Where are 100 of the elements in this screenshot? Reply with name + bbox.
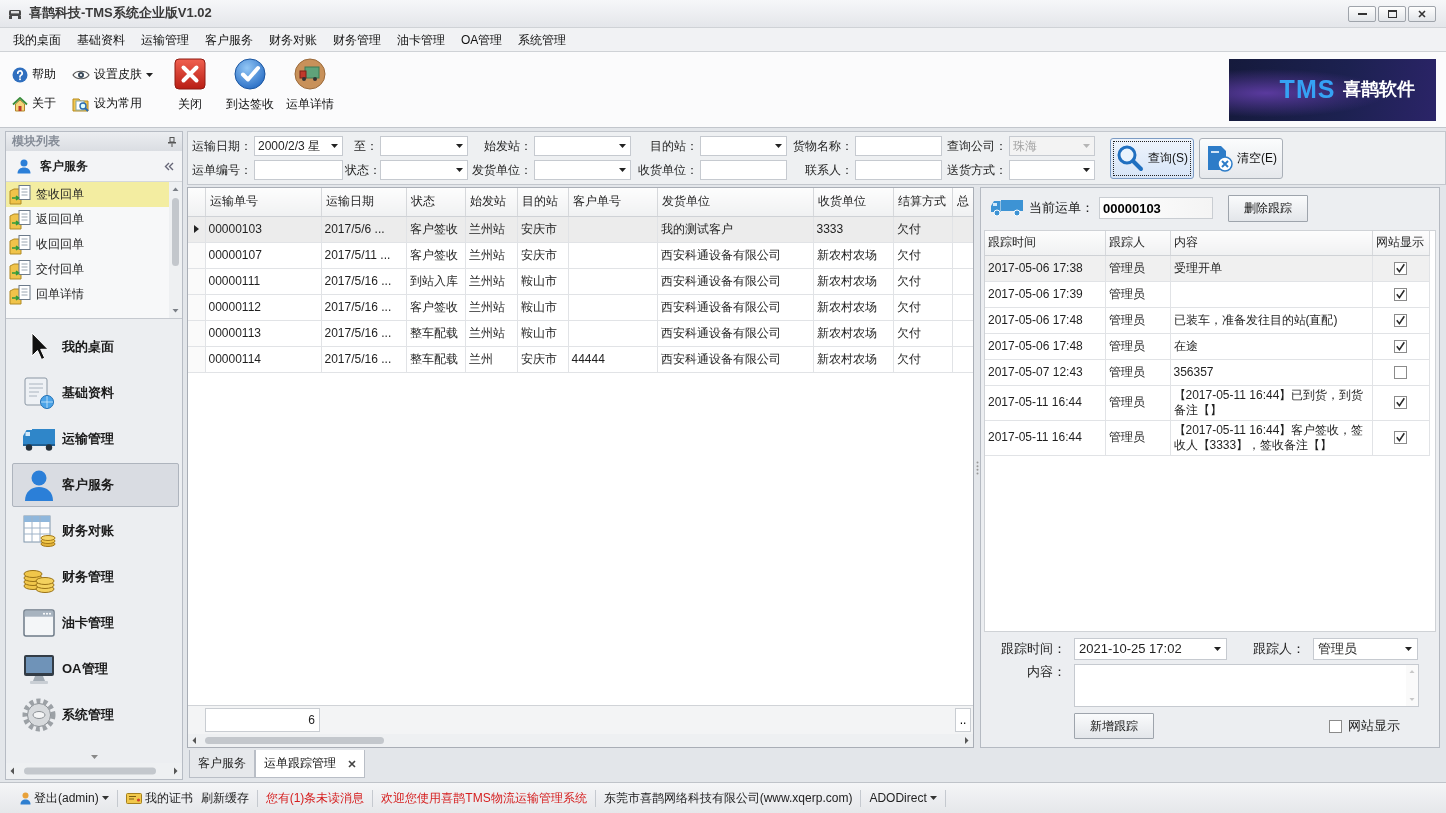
menu-item[interactable]: 运输管理 bbox=[133, 28, 197, 51]
menu-item[interactable]: 系统管理 bbox=[510, 28, 575, 51]
column-header[interactable]: 内容 bbox=[1170, 231, 1372, 255]
module-button[interactable]: OA管理 bbox=[12, 647, 179, 691]
refresh-button[interactable]: 刷新缓存 bbox=[200, 790, 249, 806]
toolbar-button[interactable]: 到达签收 bbox=[220, 56, 279, 114]
menu-item[interactable]: 财务管理 bbox=[325, 28, 389, 51]
tab[interactable]: 运单跟踪管理 bbox=[255, 750, 365, 778]
dropdown-field[interactable]: 2000/2/3 星 bbox=[254, 136, 343, 156]
checkbox[interactable] bbox=[1394, 287, 1407, 301]
column-header[interactable]: 总 bbox=[952, 188, 973, 216]
column-header[interactable]: 跟踪时间 bbox=[985, 231, 1105, 255]
toolbar-button[interactable]: 设置皮肤 bbox=[70, 67, 155, 82]
list-item[interactable]: 收回回单 bbox=[6, 232, 169, 257]
table-row[interactable]: 2017-05-07 12:43 管理员 356357 bbox=[985, 359, 1429, 385]
menu-item[interactable]: 我的桌面 bbox=[5, 28, 69, 51]
dropdown-field[interactable] bbox=[700, 136, 787, 156]
menu-item[interactable]: 客户服务 bbox=[197, 28, 261, 51]
grip-icon[interactable] bbox=[975, 460, 979, 475]
notice-text[interactable]: 您有(1)条未读消息 bbox=[265, 790, 365, 806]
menu-item[interactable]: 油卡管理 bbox=[389, 28, 453, 51]
column-header[interactable]: 收货单位 bbox=[813, 188, 893, 216]
input-field[interactable] bbox=[855, 160, 942, 180]
maximize-button[interactable] bbox=[1378, 5, 1406, 22]
table-row[interactable]: 00000111 2017/5/16 ... 到站入库 兰州站 鞍山市 西安科通设备有限公司 新农村农场 欠付 bbox=[188, 268, 973, 294]
menu-item[interactable]: 财务对账 bbox=[261, 28, 325, 51]
column-header[interactable]: 发货单位 bbox=[657, 188, 813, 216]
dropdown-field[interactable] bbox=[534, 160, 631, 180]
query-button[interactable]: 查询(S) bbox=[1110, 137, 1194, 179]
table-row[interactable]: 2017-05-06 17:38 管理员 受理开单 bbox=[985, 255, 1429, 281]
checkbox[interactable] bbox=[1394, 339, 1407, 353]
list-item[interactable]: 交付回单 bbox=[6, 257, 169, 282]
toolbar-button[interactable]: 运单详情 bbox=[280, 56, 339, 114]
list-item[interactable]: 回单详情 bbox=[6, 282, 169, 307]
input-field[interactable] bbox=[855, 136, 942, 156]
column-header[interactable]: 状态 bbox=[406, 188, 465, 216]
menu-item[interactable]: OA管理 bbox=[453, 28, 511, 51]
column-header[interactable]: 始发站 bbox=[465, 188, 517, 216]
checkbox[interactable] bbox=[1394, 313, 1407, 327]
status-text[interactable]: ADODirect bbox=[869, 790, 937, 806]
module-button[interactable]: 财务管理 bbox=[12, 555, 179, 599]
table-row[interactable]: 00000103 2017/5/6 ... 客户签收 兰州站 安庆市 我的测试客户 3333 欠付 bbox=[188, 216, 973, 242]
input-field[interactable] bbox=[700, 160, 787, 180]
column-header[interactable]: 运输单号 bbox=[205, 188, 321, 216]
list-item[interactable]: 返回回单 bbox=[6, 207, 169, 232]
dropdown-field[interactable] bbox=[1009, 160, 1095, 180]
checkbox[interactable] bbox=[1394, 365, 1407, 379]
toolbar-button[interactable]: 关于 bbox=[10, 95, 58, 112]
certificate-button[interactable]: 我的证书 bbox=[125, 790, 193, 806]
table-row[interactable]: 2017-05-06 17:48 管理员 在途 bbox=[985, 333, 1429, 359]
menu-item[interactable]: 基础资料 bbox=[69, 28, 133, 51]
column-header[interactable]: 运输日期 bbox=[321, 188, 406, 216]
table-row[interactable]: 2017-05-11 16:44 管理员 【2017-05-11 16:44】已到货，到货备注【】 bbox=[985, 385, 1429, 420]
table-row[interactable]: 2017-05-06 17:48 管理员 已装车，准备发往目的站(直配) bbox=[985, 307, 1429, 333]
waybill-number-field[interactable]: 00000103 bbox=[1099, 197, 1213, 219]
tab[interactable]: 客户服务 bbox=[189, 750, 255, 778]
checkbox[interactable] bbox=[1394, 396, 1407, 409]
input-field[interactable] bbox=[254, 160, 343, 180]
module-button[interactable]: 客户服务 bbox=[12, 463, 179, 507]
minimize-button[interactable] bbox=[1348, 5, 1376, 22]
module-button[interactable]: 油卡管理 bbox=[12, 601, 179, 645]
dropdown-field[interactable] bbox=[534, 136, 631, 156]
table-row[interactable]: 00000113 2017/5/16 ... 整车配载 兰州站 鞍山市 西安科通设备有限公司 新农村农场 欠付 bbox=[188, 320, 973, 346]
checkbox[interactable] bbox=[1394, 431, 1407, 444]
checkbox[interactable] bbox=[1394, 261, 1407, 275]
toolbar-button[interactable]: 关闭 bbox=[160, 56, 219, 114]
notice-text[interactable]: 欢迎您使用喜鹊TMS物流运输管理系统 bbox=[381, 790, 587, 806]
module-button[interactable]: 运输管理 bbox=[12, 417, 179, 461]
more-button[interactable]: .. bbox=[955, 708, 971, 732]
toolbar-button[interactable]: 帮助 bbox=[10, 66, 58, 83]
scroll-down-icon[interactable] bbox=[90, 754, 98, 759]
toolbar-button[interactable]: 设为常用 bbox=[70, 95, 144, 112]
query-button[interactable]: 清空(E) bbox=[1199, 137, 1283, 179]
table-row[interactable]: 2017-05-11 16:44 管理员 【2017-05-11 16:44】客户签收，签收人【3333】，签收备注【】 bbox=[985, 420, 1429, 455]
pin-icon[interactable] bbox=[168, 136, 176, 147]
table-row[interactable]: 00000107 2017/5/11 ... 客户签收 兰州站 安庆市 西安科通设备有限公司 新农村农场 欠付 bbox=[188, 242, 973, 268]
column-header[interactable]: 网站显示 bbox=[1372, 231, 1429, 255]
column-header[interactable]: 结算方式 bbox=[893, 188, 952, 216]
table-row[interactable]: 00000112 2017/5/16 ... 客户签收 兰州站 鞍山市 西安科通设备有限公司 新农村农场 欠付 bbox=[188, 294, 973, 320]
delete-tracking-button[interactable]: 删除跟踪 bbox=[1228, 194, 1308, 222]
collapse-icon[interactable] bbox=[164, 161, 174, 171]
logout-button[interactable]: 登出(admin) bbox=[20, 790, 109, 806]
table-row[interactable]: 2017-05-06 17:39 管理员 bbox=[985, 281, 1429, 307]
dropdown-field[interactable] bbox=[380, 136, 468, 156]
add-tracking-button[interactable]: 新增跟踪 bbox=[1074, 713, 1154, 739]
list-item[interactable]: 签收回单 bbox=[6, 182, 169, 207]
content-field[interactable] bbox=[1074, 664, 1419, 707]
date-time-picker[interactable]: 2021-10-25 17:02 bbox=[1074, 638, 1227, 660]
table-row[interactable]: 00000114 2017/5/16 ... 整车配载 兰州 安庆市 44444 西安科通设备有限公司 新农村农场 欠付 bbox=[188, 346, 973, 372]
close-icon[interactable] bbox=[348, 759, 356, 768]
module-button[interactable]: 系统管理 bbox=[12, 693, 179, 737]
scrollbar[interactable] bbox=[188, 734, 973, 747]
dropdown-field[interactable]: 管理员 bbox=[1313, 638, 1418, 660]
column-header[interactable]: 跟踪人 bbox=[1105, 231, 1170, 255]
checkbox[interactable] bbox=[1329, 719, 1342, 733]
module-button[interactable]: 财务对账 bbox=[12, 509, 179, 553]
close-button[interactable] bbox=[1408, 5, 1436, 22]
module-button[interactable]: 我的桌面 bbox=[12, 325, 179, 369]
column-header[interactable]: 目的站 bbox=[517, 188, 568, 216]
column-header[interactable]: 客户单号 bbox=[568, 188, 657, 216]
